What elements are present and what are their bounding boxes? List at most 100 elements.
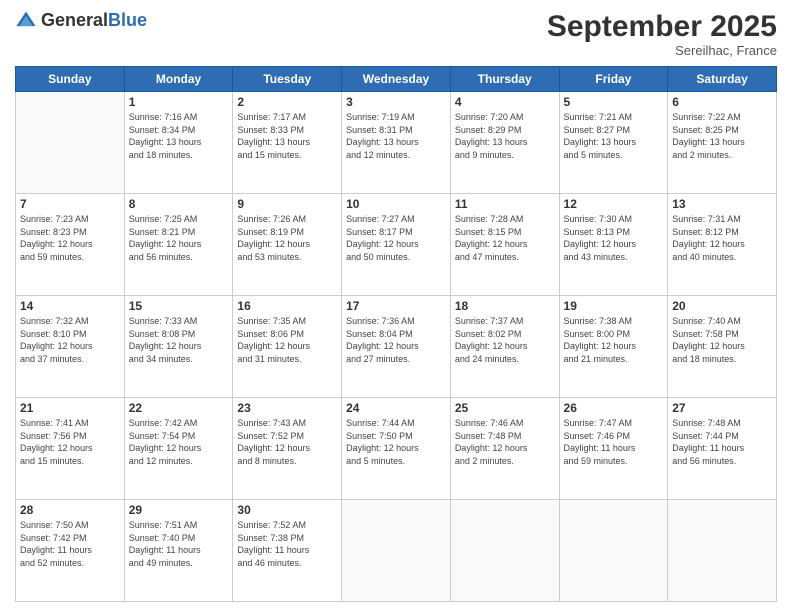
- day-number: 2: [237, 95, 337, 109]
- day-info: Sunrise: 7:48 AM Sunset: 7:44 PM Dayligh…: [672, 417, 772, 467]
- table-row: [559, 500, 668, 602]
- col-monday: Monday: [124, 67, 233, 92]
- table-row: 6 Sunrise: 7:22 AM Sunset: 8:25 PM Daylig…: [668, 92, 777, 194]
- day-number: 29: [129, 503, 229, 517]
- day-number: 9: [237, 197, 337, 211]
- logo: GeneralBlue: [15, 10, 147, 32]
- day-info: Sunrise: 7:20 AM Sunset: 8:29 PM Dayligh…: [455, 111, 555, 161]
- calendar-table: Sunday Monday Tuesday Wednesday Thursday…: [15, 66, 777, 602]
- logo-icon: [15, 10, 37, 32]
- day-info: Sunrise: 7:25 AM Sunset: 8:21 PM Dayligh…: [129, 213, 229, 263]
- table-row: 12Sunrise: 7:30 AM Sunset: 8:13 PM Dayli…: [559, 194, 668, 296]
- day-number: 7: [20, 197, 120, 211]
- col-friday: Friday: [559, 67, 668, 92]
- day-number: 6: [672, 95, 772, 109]
- day-info: Sunrise: 7:30 AM Sunset: 8:13 PM Dayligh…: [564, 213, 664, 263]
- day-number: 21: [20, 401, 120, 415]
- day-number: 26: [564, 401, 664, 415]
- col-wednesday: Wednesday: [342, 67, 451, 92]
- table-row: 2 Sunrise: 7:17 AM Sunset: 8:33 PM Daylig…: [233, 92, 342, 194]
- day-number: 11: [455, 197, 555, 211]
- table-row: 8 Sunrise: 7:25 AM Sunset: 8:21 PM Daylig…: [124, 194, 233, 296]
- table-row: [342, 500, 451, 602]
- col-tuesday: Tuesday: [233, 67, 342, 92]
- table-row: 9Sunrise: 7:26 AM Sunset: 8:19 PM Daylig…: [233, 194, 342, 296]
- day-number: 20: [672, 299, 772, 313]
- table-row: 14Sunrise: 7:32 AM Sunset: 8:10 PM Dayli…: [16, 296, 125, 398]
- day-info: Sunrise: 7:50 AM Sunset: 7:42 PM Dayligh…: [20, 519, 120, 569]
- day-info: Sunrise: 7:16 AM Sunset: 8:34 PM Dayligh…: [129, 111, 229, 161]
- col-sunday: Sunday: [16, 67, 125, 92]
- table-row: [16, 92, 125, 194]
- calendar-header-row: Sunday Monday Tuesday Wednesday Thursday…: [16, 67, 777, 92]
- day-number: 23: [237, 401, 337, 415]
- table-row: 1 Sunrise: 7:16 AM Sunset: 8:34 PM Daylig…: [124, 92, 233, 194]
- day-number: 16: [237, 299, 337, 313]
- table-row: 29 Sunrise: 7:51 AM Sunset: 7:40 PM Dayli…: [124, 500, 233, 602]
- day-number: 4: [455, 95, 555, 109]
- calendar-week-row: 28Sunrise: 7:50 AM Sunset: 7:42 PM Dayli…: [16, 500, 777, 602]
- day-info: Sunrise: 7:22 AM Sunset: 8:25 PM Dayligh…: [672, 111, 772, 161]
- logo-general: General: [41, 10, 108, 30]
- page: GeneralBlue September 2025 Sereilhac, Fr…: [0, 0, 792, 612]
- day-info: Sunrise: 7:33 AM Sunset: 8:08 PM Dayligh…: [129, 315, 229, 365]
- title-section: September 2025 Sereilhac, France: [547, 10, 777, 58]
- table-row: 21 Sunrise: 7:41 AM Sunset: 7:56 PM Dayli…: [16, 398, 125, 500]
- header: GeneralBlue September 2025 Sereilhac, Fr…: [15, 10, 777, 58]
- day-info: Sunrise: 7:47 AM Sunset: 7:46 PM Dayligh…: [564, 417, 664, 467]
- table-row: 10Sunrise: 7:27 AM Sunset: 8:17 PM Dayli…: [342, 194, 451, 296]
- day-info: Sunrise: 7:42 AM Sunset: 7:54 PM Dayligh…: [129, 417, 229, 467]
- day-info: Sunrise: 7:17 AM Sunset: 8:33 PM Dayligh…: [237, 111, 337, 161]
- day-number: 30: [237, 503, 337, 517]
- day-info: Sunrise: 7:46 AM Sunset: 7:48 PM Dayligh…: [455, 417, 555, 467]
- logo-blue: Blue: [108, 10, 147, 30]
- day-info: Sunrise: 7:36 AM Sunset: 8:04 PM Dayligh…: [346, 315, 446, 365]
- day-number: 24: [346, 401, 446, 415]
- day-number: 5: [564, 95, 664, 109]
- col-thursday: Thursday: [450, 67, 559, 92]
- day-number: 1: [129, 95, 229, 109]
- table-row: 28Sunrise: 7:50 AM Sunset: 7:42 PM Dayli…: [16, 500, 125, 602]
- day-number: 25: [455, 401, 555, 415]
- day-number: 19: [564, 299, 664, 313]
- location-subtitle: Sereilhac, France: [547, 43, 777, 58]
- day-info: Sunrise: 7:21 AM Sunset: 8:27 PM Dayligh…: [564, 111, 664, 161]
- day-number: 15: [129, 299, 229, 313]
- calendar-week-row: 21 Sunrise: 7:41 AM Sunset: 7:56 PM Dayli…: [16, 398, 777, 500]
- day-number: 8: [129, 197, 229, 211]
- day-info: Sunrise: 7:28 AM Sunset: 8:15 PM Dayligh…: [455, 213, 555, 263]
- day-number: 18: [455, 299, 555, 313]
- day-info: Sunrise: 7:44 AM Sunset: 7:50 PM Dayligh…: [346, 417, 446, 467]
- table-row: 25 Sunrise: 7:46 AM Sunset: 7:48 PM Dayli…: [450, 398, 559, 500]
- col-saturday: Saturday: [668, 67, 777, 92]
- table-row: 5 Sunrise: 7:21 AM Sunset: 8:27 PM Daylig…: [559, 92, 668, 194]
- table-row: [668, 500, 777, 602]
- day-number: 10: [346, 197, 446, 211]
- month-title: September 2025: [547, 10, 777, 43]
- day-info: Sunrise: 7:51 AM Sunset: 7:40 PM Dayligh…: [129, 519, 229, 569]
- day-info: Sunrise: 7:38 AM Sunset: 8:00 PM Dayligh…: [564, 315, 664, 365]
- table-row: [450, 500, 559, 602]
- table-row: 22Sunrise: 7:42 AM Sunset: 7:54 PM Dayli…: [124, 398, 233, 500]
- day-number: 27: [672, 401, 772, 415]
- day-info: Sunrise: 7:19 AM Sunset: 8:31 PM Dayligh…: [346, 111, 446, 161]
- calendar-week-row: 7Sunrise: 7:23 AM Sunset: 8:23 PM Daylig…: [16, 194, 777, 296]
- table-row: 17 Sunrise: 7:36 AM Sunset: 8:04 PM Dayli…: [342, 296, 451, 398]
- day-number: 3: [346, 95, 446, 109]
- table-row: 16 Sunrise: 7:35 AM Sunset: 8:06 PM Dayli…: [233, 296, 342, 398]
- table-row: 24 Sunrise: 7:44 AM Sunset: 7:50 PM Dayli…: [342, 398, 451, 500]
- day-info: Sunrise: 7:52 AM Sunset: 7:38 PM Dayligh…: [237, 519, 337, 569]
- table-row: 27 Sunrise: 7:48 AM Sunset: 7:44 PM Dayli…: [668, 398, 777, 500]
- table-row: 11 Sunrise: 7:28 AM Sunset: 8:15 PM Dayli…: [450, 194, 559, 296]
- table-row: 30 Sunrise: 7:52 AM Sunset: 7:38 PM Dayli…: [233, 500, 342, 602]
- day-number: 14: [20, 299, 120, 313]
- day-info: Sunrise: 7:35 AM Sunset: 8:06 PM Dayligh…: [237, 315, 337, 365]
- table-row: 26 Sunrise: 7:47 AM Sunset: 7:46 PM Dayli…: [559, 398, 668, 500]
- table-row: 19 Sunrise: 7:38 AM Sunset: 8:00 PM Dayli…: [559, 296, 668, 398]
- table-row: 13Sunrise: 7:31 AM Sunset: 8:12 PM Dayli…: [668, 194, 777, 296]
- day-info: Sunrise: 7:41 AM Sunset: 7:56 PM Dayligh…: [20, 417, 120, 467]
- table-row: 15 Sunrise: 7:33 AM Sunset: 8:08 PM Dayli…: [124, 296, 233, 398]
- calendar-week-row: 14Sunrise: 7:32 AM Sunset: 8:10 PM Dayli…: [16, 296, 777, 398]
- day-number: 17: [346, 299, 446, 313]
- day-info: Sunrise: 7:40 AM Sunset: 7:58 PM Dayligh…: [672, 315, 772, 365]
